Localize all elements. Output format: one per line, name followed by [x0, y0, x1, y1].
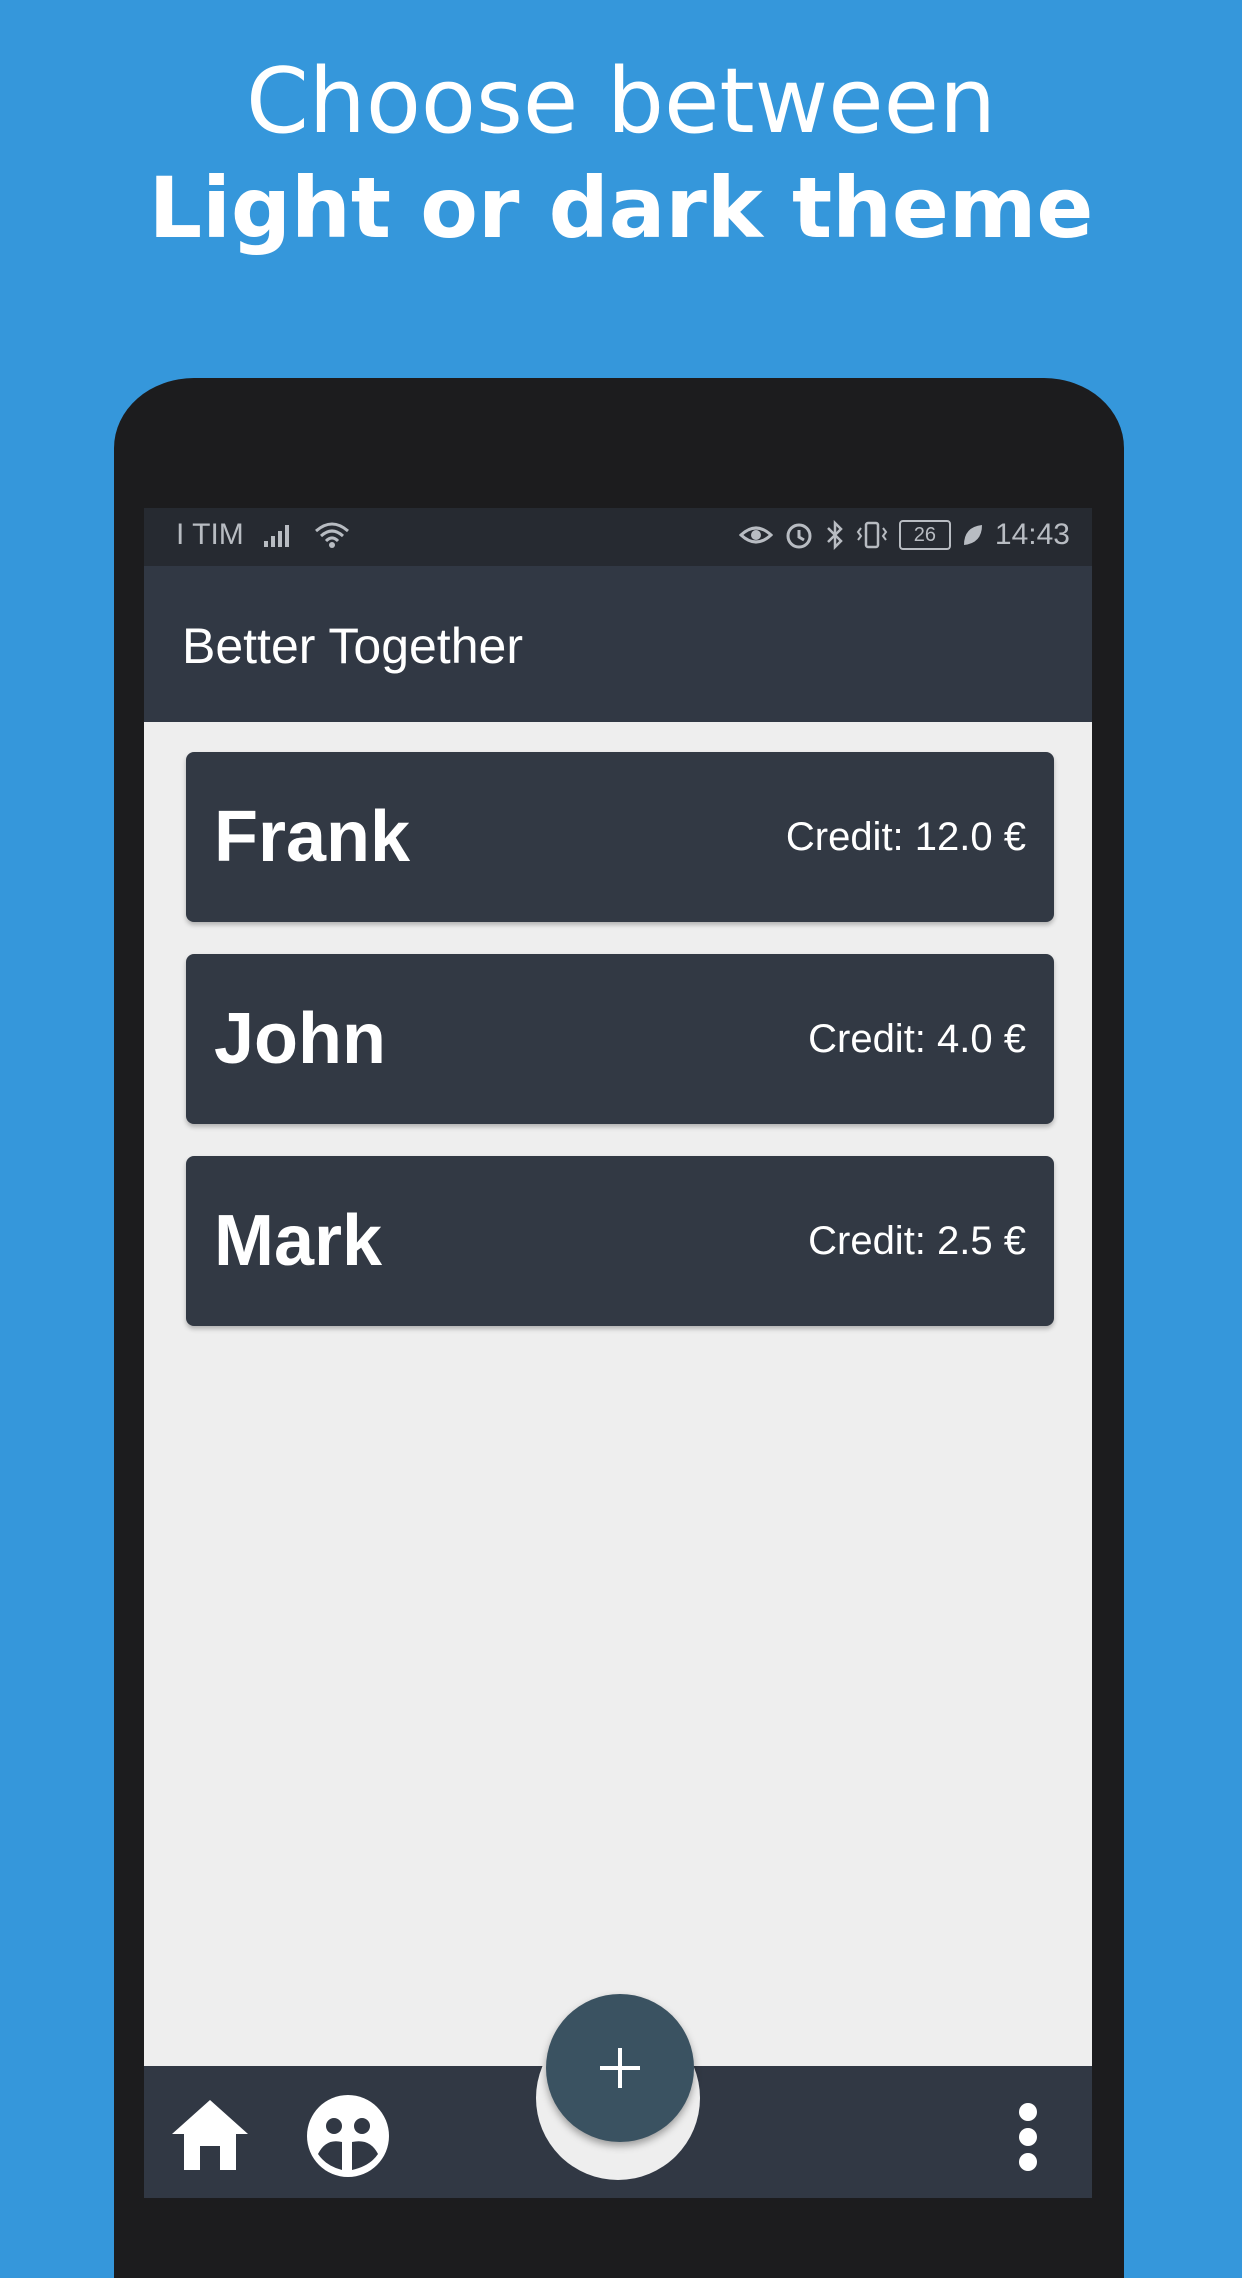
- app-title: Better Together: [182, 618, 523, 674]
- home-icon[interactable]: [168, 2096, 252, 2177]
- member-card-john[interactable]: John Credit: 4.0 €: [186, 954, 1054, 1124]
- carrier-label: I TIM: [176, 518, 244, 551]
- battery-icon: 26: [898, 520, 951, 550]
- more-vert-icon[interactable]: [1016, 2102, 1040, 2177]
- signal-icon: [262, 521, 296, 549]
- member-credit: Credit: 12.0 €: [785, 815, 1026, 859]
- app-bar: Better Together: [144, 566, 1092, 722]
- alarm-icon: [783, 520, 815, 550]
- add-button[interactable]: [546, 1994, 694, 2142]
- status-time: 14:43: [994, 518, 1070, 551]
- plus-icon: [600, 2048, 640, 2088]
- vibrate-icon: [855, 520, 889, 550]
- member-name: Mark: [214, 1201, 383, 1281]
- bluetooth-icon: [825, 520, 845, 550]
- wifi-icon: [314, 521, 350, 549]
- member-card-mark[interactable]: Mark Credit: 2.5 €: [186, 1156, 1054, 1326]
- member-name: Frank: [214, 797, 411, 877]
- member-credit: Credit: 2.5 €: [808, 1219, 1026, 1263]
- promo-line1: Choose between: [245, 49, 997, 154]
- phone-screen: I TIM 26 14:43 Better Together Frank Cre…: [144, 508, 1092, 2198]
- eye-icon: [738, 521, 773, 549]
- member-credit: Credit: 4.0 €: [808, 1017, 1026, 1061]
- member-card-frank[interactable]: Frank Credit: 12.0 €: [186, 752, 1054, 922]
- status-bar: I TIM 26 14:43: [144, 508, 1092, 566]
- member-list: Frank Credit: 12.0 € John Credit: 4.0 € …: [186, 752, 1054, 1358]
- leaf-icon: [961, 522, 985, 548]
- group-icon[interactable]: [306, 2094, 390, 2183]
- promo-line2: Light or dark theme: [148, 159, 1094, 257]
- member-name: John: [214, 999, 386, 1079]
